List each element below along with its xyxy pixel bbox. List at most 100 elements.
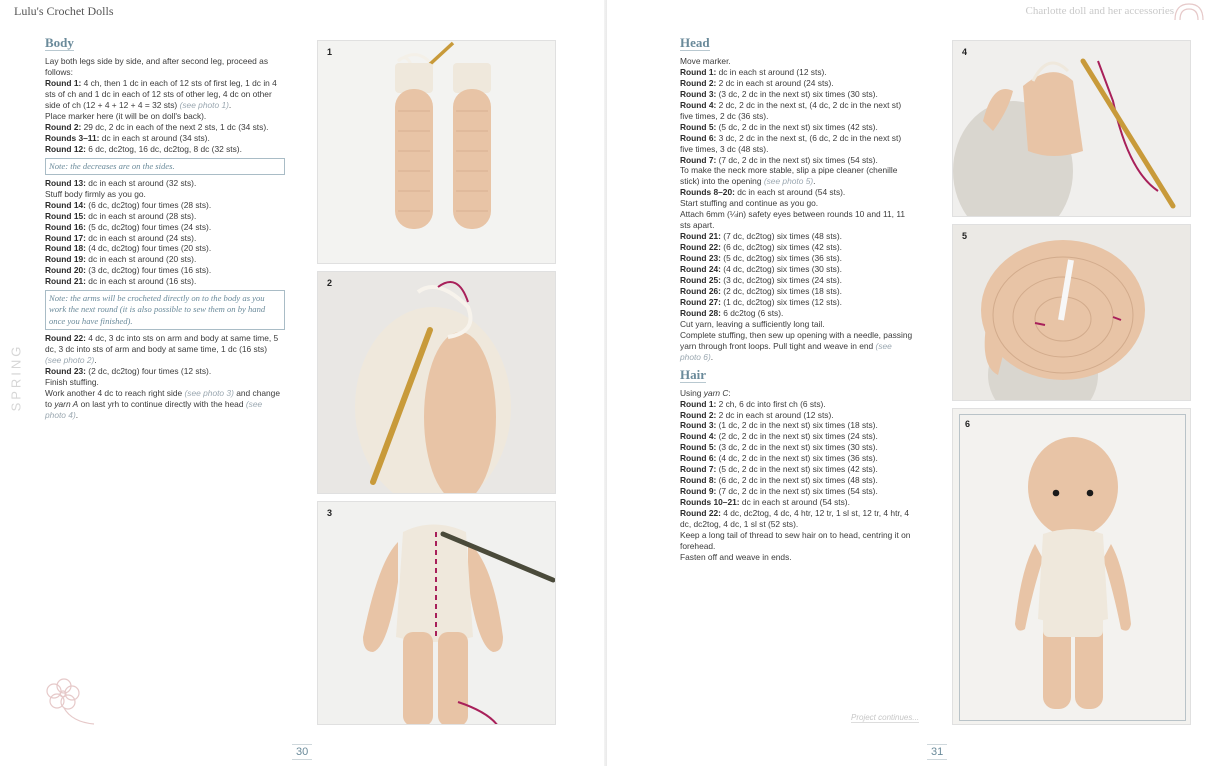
photo-ref-5[interactable]: (see photo 5) [764,176,813,186]
head-b-round-4: Round 24: (4 dc, dc2tog) six times (30 s… [680,264,915,275]
round-19: Round 19: dc in each st around (20 sts). [45,254,197,265]
body-arms-illustration [363,524,555,724]
right-page: Charlotte doll and her accessories Head … [607,0,1214,766]
eyes-text: Attach 6mm (¼in) safety eyes between rou… [680,209,906,231]
round-label: Round 2: [680,77,717,88]
round-text: 6 dc2tog (6 sts). [720,307,784,318]
finish-text: Finish stuffing. [45,376,99,387]
round-label: Round 24: [680,264,721,275]
work-text: Work another 4 dc to reach right side (s… [45,387,280,420]
head-b-round-2: Round 22: (6 dc, dc2tog) six times (42 s… [680,242,915,253]
photo-4: 4 [952,40,1191,217]
fasten-text: Fasten off and weave in ends. [680,551,792,562]
round-text: 2 dc in each st around (12 sts). [716,409,834,420]
round-text: (3 dc, dc2tog) six times (24 sts). [720,275,842,286]
intro-text: Lay both legs side by side, and after se… [45,55,269,77]
head-hair-instructions: Head Move marker. Round 1: dc in each st… [680,35,915,563]
round-text: (7 dc, dc2tog) six times (48 sts). [720,231,842,242]
hair-round-5: Round 5: (3 dc, 2 dc in the next st) six… [680,442,915,453]
head-b-round-5: Round 25: (3 dc, dc2tog) six times (24 s… [680,275,915,286]
round-12: Round 12: 6 dc, dc2tog, 16 dc, dc2tog, 8… [45,143,242,154]
photo-ref-3[interactable]: (see photo 3) [185,388,234,398]
round-13: Round 13: dc in each st around (32 sts). [45,177,197,188]
hair-round-6: Round 6: (4 dc, 2 dc in the next st) six… [680,453,915,464]
head-b-round-7: Round 27: (1 dc, dc2tog) six times (12 s… [680,297,915,308]
round-text: 2 ch, 6 dc into first ch (6 sts). [716,398,826,409]
round-label: Round 23: [680,253,721,264]
round-label: Rounds 10–21: [680,497,740,508]
round-23: Round 23: (2 dc, dc2tog) four times (12 … [45,365,212,376]
stuff-text: Stuff body firmly as you go. [45,188,146,199]
round-text: (5 dc, dc2tog) six times (36 sts). [720,253,842,264]
section-title-body: Body [45,35,74,51]
cut-text: Cut yarn, leaving a sufficiently long ta… [680,318,825,329]
head-a-round-1: Round 1: dc in each st around (12 sts). [680,67,915,78]
round-label: Round 21: [680,231,721,242]
round-label: Round 5: [680,121,717,132]
round-2: Round 2: 29 dc, 2 dc in each of the next… [45,121,269,132]
photo-frame [959,414,1186,721]
hair-round-9: Round 9: (7 dc, 2 dc in the next st) six… [680,486,915,497]
tail-text: Keep a long tail of thread to sew hair o… [680,529,911,551]
complete-text: Complete stuffing, then sew up opening w… [680,329,913,362]
round-text: (6 dc, dc2tog) six times (42 sts). [720,242,842,253]
round-text: (1 dc, dc2tog) six times (12 sts). [720,296,842,307]
section-title-hair: Hair [680,366,706,383]
round-label: Round 4: [680,99,717,110]
photo-ref-1[interactable]: (see photo 1) [180,100,229,110]
note-arms: Note: the arms will be crocheted directl… [45,290,285,330]
note-decreases: Note: the decreases are on the sides. [45,157,285,175]
photo-number: 3 [327,508,333,518]
round-text: (7 dc, 2 dc in the next st) six times (5… [716,486,878,497]
rounds-8-20: Rounds 8–20: dc in each st around (54 st… [680,187,846,198]
round-text: 2 dc in each st around (24 sts). [716,77,834,88]
hair-round-3: Round 3: (1 dc, 2 dc in the next st) six… [680,420,915,431]
round-label: Round 1: [680,398,717,409]
hair-round-2: Round 2: 2 dc in each st around (12 sts)… [680,410,915,421]
book-title: Lulu's Crochet Dolls [14,4,114,18]
page-number-left: 30 [292,744,313,760]
round-text: (2 dc, dc2tog) six times (18 sts). [720,285,842,296]
head-opening-illustration [981,240,1145,400]
round-label: Round 3: [680,420,717,431]
photo-number: 5 [962,231,968,241]
doll-face-ornament [1174,3,1204,21]
head-a-round-5: Round 5: (5 dc, 2 dc in the next st) six… [680,122,915,133]
head-a-round-4: Round 4: 2 dc, 2 dc in the next st, (4 d… [680,100,915,122]
photo-number: 6 [965,419,971,429]
photo-ref-2[interactable]: (see photo 2) [45,355,94,365]
hair-round-11: Round 22: 4 dc, dc2tog, 4 dc, 4 htr, 12 … [680,508,915,530]
chapter-title: Charlotte doll and her accessories [1025,5,1174,17]
round-label: Round 5: [680,442,717,453]
round-text: (3 dc, 2 dc in the next st) six times (3… [716,442,878,453]
round-16: Round 16: (5 dc, dc2tog) four times (24 … [45,221,212,232]
section-title-head: Head [680,35,710,51]
photo-5: 5 [952,224,1191,401]
hair-rounds: Round 1: 2 ch, 6 dc into first ch (6 sts… [680,399,915,530]
body-instructions: Body Lay both legs side by side, and aft… [45,35,285,421]
hair-round-7: Round 7: (5 dc, 2 dc in the next st) six… [680,464,915,475]
round-label: Round 6: [680,132,717,143]
round-22: Round 22: 4 dc, 3 dc into sts on arm and… [45,332,279,365]
round-label: Round 3: [680,88,717,99]
head-a-round-7: Round 7: (7 dc, 2 dc in the next st) six… [680,155,915,166]
round-text: (5 dc, 2 dc in the next st) six times (4… [716,121,878,132]
flower-ornament [46,678,95,725]
move-marker: Move marker. [680,55,731,66]
hair-round-1: Round 1: 2 ch, 6 dc into first ch (6 sts… [680,399,915,410]
head-b-round-6: Round 26: (2 dc, dc2tog) six times (18 s… [680,286,915,297]
round-text: (3 dc, 2 dc in the next st) six times (3… [716,88,878,99]
round-14: Round 14: (6 dc, dc2tog) four times (28 … [45,199,212,210]
round-1: Round 1: 4 ch, then 1 dc in each of 12 s… [45,77,277,110]
photo-1: 1 [317,40,556,264]
photo-3: 3 [317,501,556,725]
rounds-3-11: Rounds 3–11: dc in each st around (34 st… [45,132,210,143]
round-label: Round 28: [680,307,721,318]
round-label: Round 2: [680,409,717,420]
hair-round-10: Rounds 10–21: dc in each st around (54 s… [680,497,915,508]
round-text: (4 dc, 2 dc in the next st) six times (3… [716,453,878,464]
photo-2: 2 [317,271,556,494]
round-label: Round 4: [680,431,717,442]
hair-round-4: Round 4: (2 dc, 2 dc in the next st) six… [680,431,915,442]
round-label: Round 22: [680,242,721,253]
